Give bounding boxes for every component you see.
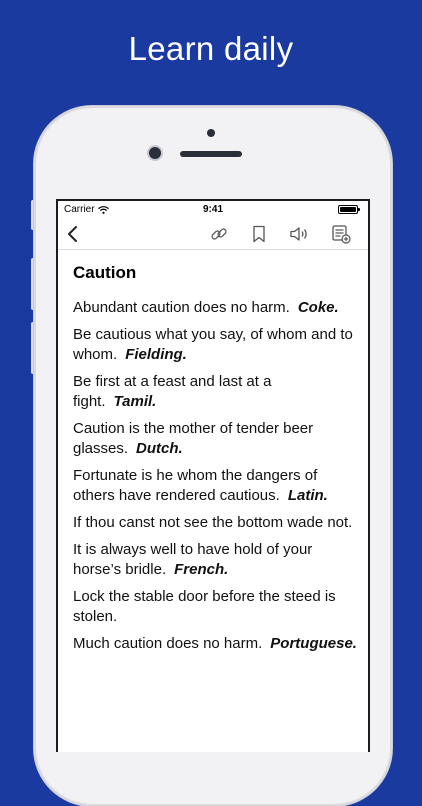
proverb-text: Abundant caution does no harm. (73, 299, 290, 316)
proverb-item[interactable]: If thou canst not see the bottom wade no… (73, 513, 358, 533)
proverb-list: Abundant caution does no harm. Coke. Be c… (73, 298, 358, 654)
proverb-item[interactable]: It is always well to have hold of your h… (73, 540, 358, 580)
proverb-author: Fielding. (125, 346, 187, 363)
proverb-author: Coke. (297, 299, 339, 316)
bookmark-icon[interactable] (248, 223, 270, 245)
add-to-list-icon[interactable] (330, 223, 352, 245)
proverb-text: If thou canst not see the bottom wade no… (73, 514, 353, 531)
proverb-author: Dutch. (136, 440, 183, 457)
battery-icon (338, 205, 360, 214)
phone-screen: Carrier 9:41 Caution Abundant caution do… (56, 199, 370, 752)
proverb-author: Portuguese. (270, 635, 357, 652)
promo-headline: Learn daily (128, 30, 294, 67)
speaker-icon[interactable] (288, 223, 310, 245)
proverb-text: Caution is the mother of tender beer gla… (73, 420, 314, 457)
proverb-item[interactable]: Caution is the mother of tender beer gla… (73, 419, 358, 459)
proverb-text: Be cautious what you say, of whom and to… (73, 326, 353, 363)
proverb-item[interactable]: Be first at a feast and last at a fight.… (73, 372, 358, 412)
status-bar: Carrier 9:41 (58, 201, 368, 219)
toolbar (58, 219, 368, 250)
status-time: 9:41 (202, 204, 223, 215)
proverb-author: Latin. (287, 487, 328, 504)
proverb-text: Be first at a feast and last at a fight. (73, 373, 272, 410)
proverb-author: Tamil. (113, 393, 157, 410)
topic-title: Caution (73, 263, 137, 282)
proverb-item[interactable]: Fortunate is he whom the dangers of othe… (73, 466, 358, 506)
proverb-item[interactable]: Abundant caution does no harm. Coke. (73, 298, 358, 318)
proximity-sensor (207, 129, 215, 137)
proverb-item[interactable]: Much caution does no harm. Portuguese. (73, 634, 358, 654)
proverb-item[interactable]: Be cautious what you say, of whom and to… (73, 325, 358, 365)
proverb-text: Lock the stable door before the steed is… (73, 588, 336, 625)
link-icon[interactable] (208, 223, 230, 245)
proverb-author: French. (174, 561, 229, 578)
front-camera (149, 147, 161, 159)
earpiece-speaker (180, 151, 242, 157)
back-icon[interactable] (62, 223, 84, 245)
topic-content: Caution Abundant caution does no harm. Co… (73, 263, 358, 661)
proverb-text: Fortunate is he whom the dangers of othe… (73, 467, 318, 504)
proverb-text: Much caution does no harm. (73, 635, 263, 652)
proverb-item[interactable]: Lock the stable door before the steed is… (73, 587, 358, 627)
